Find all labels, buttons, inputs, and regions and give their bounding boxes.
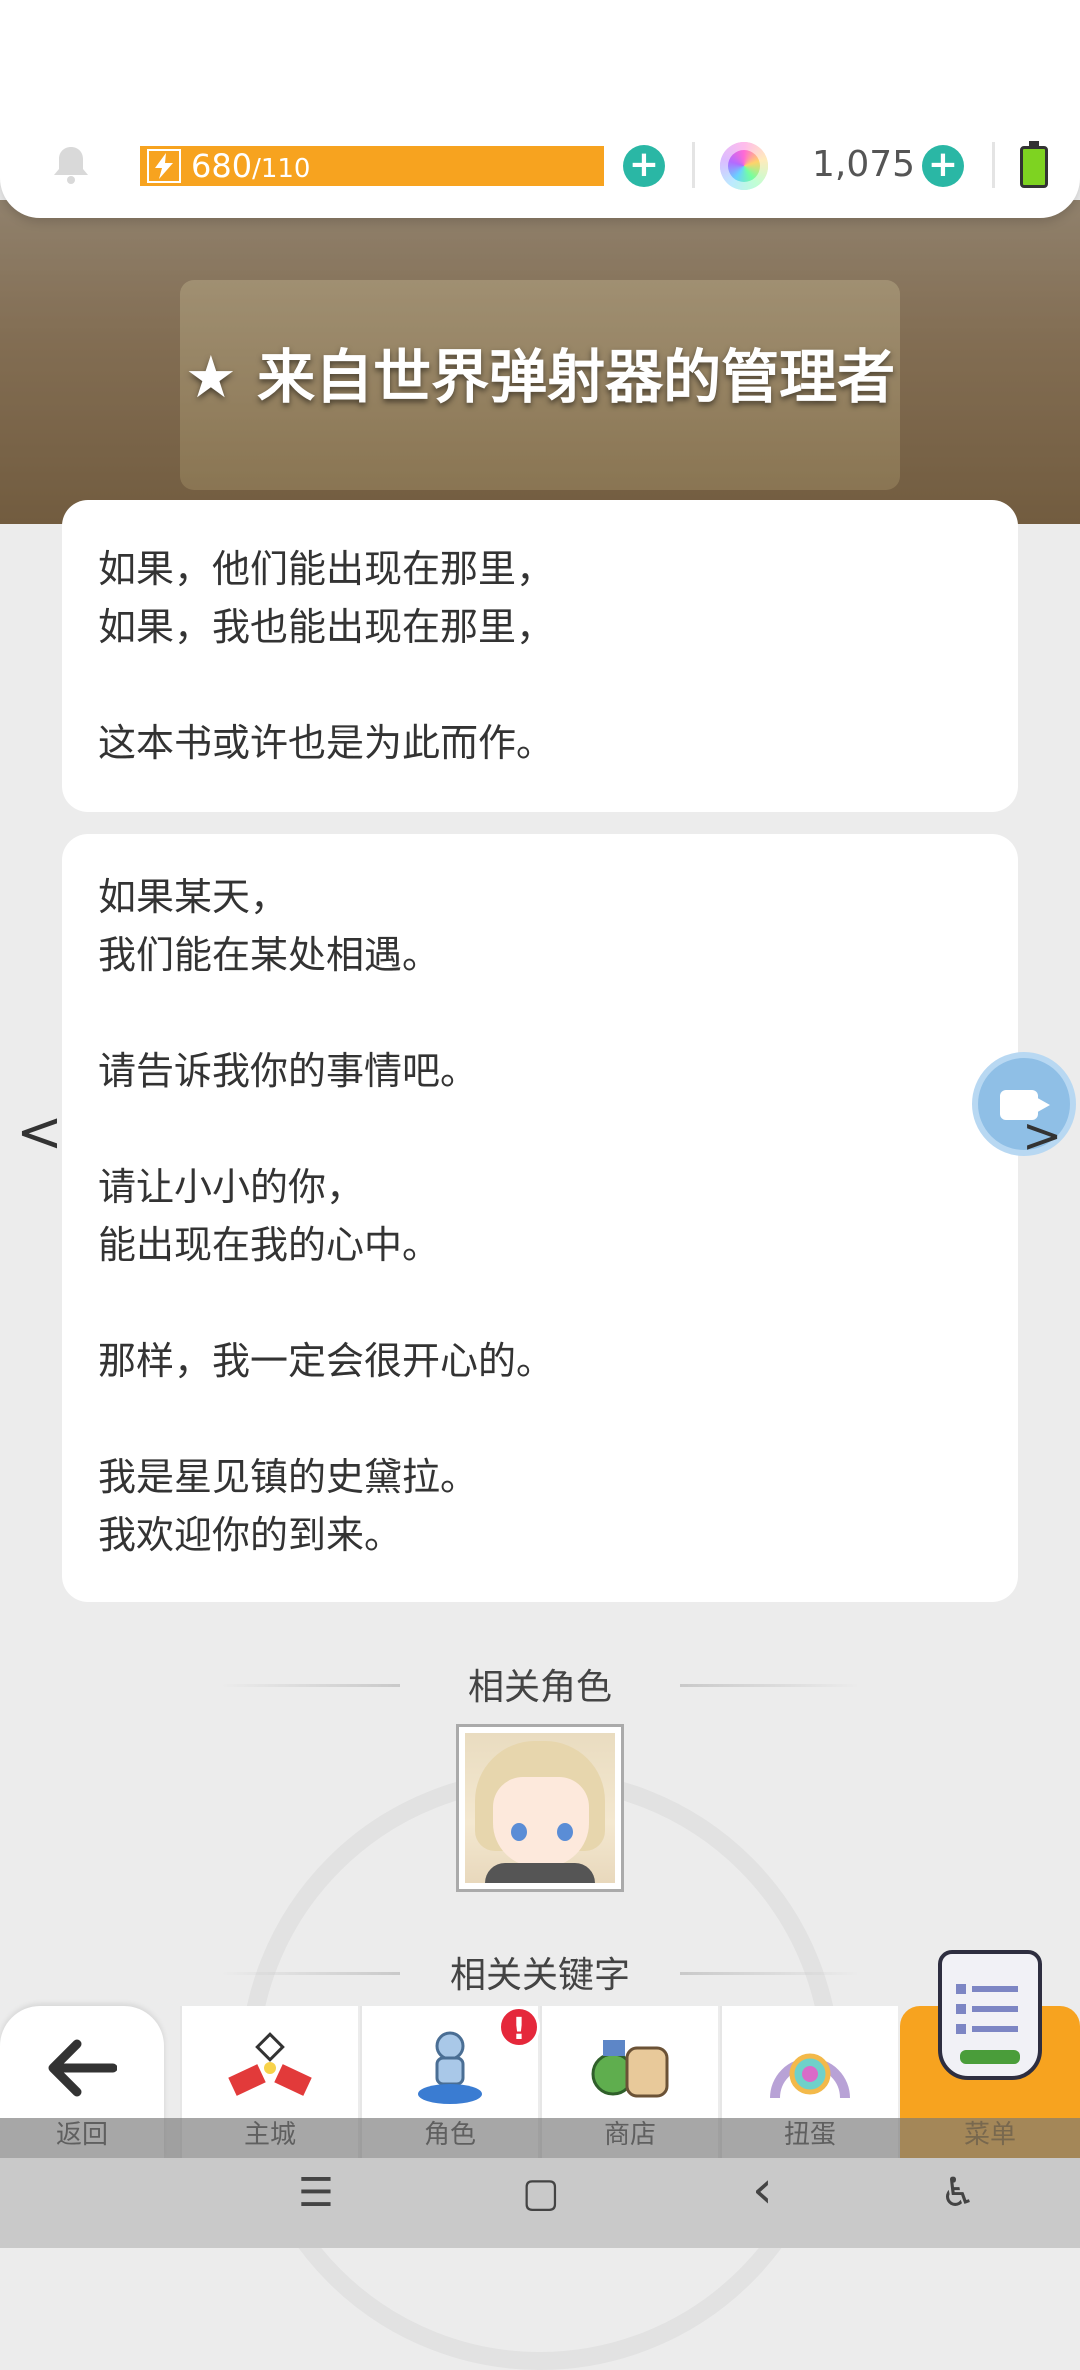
card-line: 能出现在我的心中。	[98, 1223, 441, 1267]
card-line	[98, 656, 982, 714]
top-status-bar: 680/110 + 1,075 +	[0, 0, 1080, 218]
card-line: 那样，我一定会很开心的。	[98, 1339, 555, 1383]
divider	[692, 142, 695, 188]
card-line: 请告诉我你的事情吧。	[98, 1049, 479, 1093]
add-gems-button[interactable]: +	[922, 145, 964, 187]
card-line	[98, 1100, 982, 1158]
home-city-icon	[228, 2032, 312, 2096]
card-line	[98, 1274, 982, 1332]
card-line: 我是星见镇的史黛拉。	[98, 1455, 479, 1499]
text-card: 如果，他们能出现在那里， 如果，我也能出现在那里， 这本书或许也是为此而作。	[62, 500, 1018, 812]
card-line: 如果，他们能出现在那里，	[98, 547, 555, 591]
card-line: 如果，我也能出现在那里，	[98, 605, 555, 649]
text-card: 如果某天， 我们能在某处相遇。 请告诉我你的事情吧。 请让小小的你， 能出现在我…	[62, 834, 1018, 1602]
portrait-collar	[485, 1863, 595, 1883]
gacha-machine-icon	[770, 2053, 850, 2099]
character-portrait-stella[interactable]	[456, 1724, 624, 1892]
lightning-icon	[147, 149, 181, 183]
bell-icon[interactable]	[52, 145, 90, 185]
portrait-face	[493, 1777, 589, 1867]
portrait-eye	[557, 1823, 573, 1841]
portrait-eye	[511, 1823, 527, 1841]
stamina-max: /110	[252, 154, 311, 184]
card-line: 我欢迎你的到来。	[98, 1513, 403, 1557]
system-back-button[interactable]: ‹	[752, 2160, 773, 2220]
back-arrow-icon	[48, 2039, 117, 2097]
card-line: 如果某天，	[98, 875, 289, 919]
menu-list-icon[interactable]	[938, 1950, 1042, 2080]
stamina-value: 680/110	[191, 147, 310, 185]
card-line	[98, 984, 982, 1042]
add-stamina-button[interactable]: +	[623, 145, 665, 187]
related-keywords-heading: 相关关键字	[449, 1955, 630, 1996]
shop-bag-icon	[591, 2040, 669, 2098]
header-banner: ★ 来自世界弹射器的管理者	[0, 200, 1080, 524]
next-page-button[interactable]: >	[1022, 1108, 1062, 1164]
card-line	[98, 1390, 982, 1448]
gem-count: 1,075	[812, 144, 916, 185]
accessibility-button[interactable]: ♿	[940, 2170, 976, 2216]
notification-badge: !	[498, 2006, 540, 2048]
menu-lines-icon	[956, 1984, 1020, 2064]
divider	[992, 142, 995, 188]
avatar	[465, 1733, 615, 1883]
recent-apps-button[interactable]: ☰	[298, 2170, 334, 2216]
page-title: ★ 来自世界弹射器的管理者	[184, 343, 896, 411]
card-line: 请让小小的你，	[98, 1165, 365, 1209]
system-home-button[interactable]: ▢	[522, 2170, 560, 2216]
card-line: 我们能在某处相遇。	[98, 933, 441, 977]
card-line: 这本书或许也是为此而作。	[98, 721, 555, 765]
related-characters-heading: 相关角色	[467, 1667, 612, 1708]
previous-page-button[interactable]: <	[16, 1100, 63, 1165]
gem-orb-icon	[720, 142, 768, 190]
character-statue-icon	[418, 2031, 482, 2104]
battery-icon	[1020, 141, 1048, 188]
stamina-current: 680	[191, 147, 253, 185]
stamina-bar: 680/110	[140, 146, 604, 186]
